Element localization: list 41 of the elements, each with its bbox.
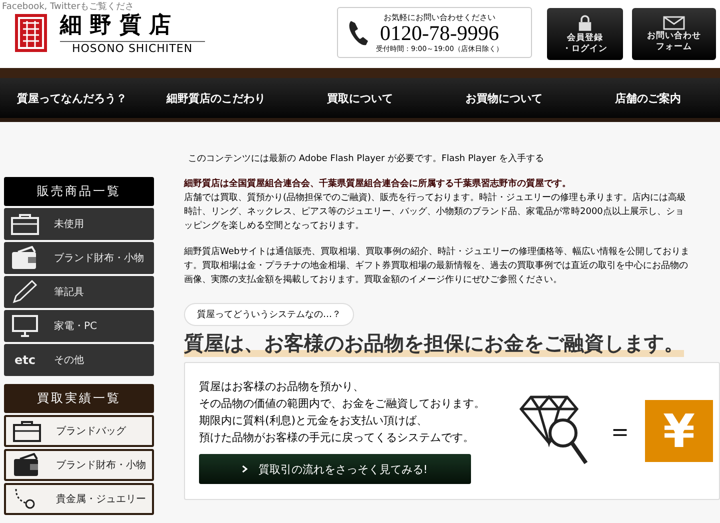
sidebar-item[interactable]: 筆記具 bbox=[4, 276, 154, 308]
bag-icon bbox=[12, 419, 42, 443]
login-button[interactable]: 会員登録 ・ログイン bbox=[547, 8, 623, 60]
nav-link[interactable]: 質屋ってなんだろう？ bbox=[0, 78, 144, 118]
logo-subtitle: HOSONO SHICHITEN bbox=[71, 42, 194, 55]
sidebar-item[interactable]: 貴金属・ジュエリー bbox=[4, 483, 154, 515]
flow-button[interactable]: 質取引の流れをさっそく見てみる! bbox=[199, 454, 471, 484]
logo-icon bbox=[14, 12, 48, 52]
phone-caption: お気軽にお問い合わせください bbox=[383, 12, 496, 22]
lock-icon bbox=[578, 14, 592, 32]
equals-sign: ＝ bbox=[607, 416, 633, 448]
system-description: 質屋はお客様のお品物を預かり、 その品物の価値の範囲内で、お金をご融資しております。 期限内に質料(利息)と元金をお支払い頂けば、 預けた品物がお客様の手元に戻ってくるシステムです。 bbox=[199, 379, 485, 446]
sidebar-item[interactable]: ブランド財布・小物 bbox=[4, 449, 154, 481]
speech-bubble: 質屋ってどういうシステムなの…？ bbox=[184, 303, 354, 326]
contact-button[interactable]: お問い合わせ フォーム bbox=[632, 8, 716, 60]
sidebar-item[interactable]: 家電・PC bbox=[4, 310, 154, 342]
nav-link[interactable]: 買取について bbox=[288, 78, 432, 118]
etc-label: etc bbox=[14, 353, 36, 367]
mail-icon bbox=[663, 16, 685, 30]
monitor-icon bbox=[10, 314, 40, 338]
intro-paragraph: 細野質店Webサイトは通信販売、買取相場、買取事例の紹介、時計・ジュエリーの修理価格等、幅広い情報を公開しております。買取相場は金・プラチナの地金相場、ギフト券買取相場の最新情報を、過去の買取事例では直近の取引を中心にお品物の画像、実際の支払金額を掲載しております。買取金額のイメージ作りにぜひご参照ください。 bbox=[184, 246, 690, 287]
social-note: Facebook, Twitterもご覧くださ bbox=[2, 1, 134, 13]
phone-number: 0120-78-9996 bbox=[380, 22, 499, 44]
yen-icon: ¥ bbox=[645, 400, 713, 462]
sidebar-heading: 販売商品一覧 bbox=[4, 177, 154, 206]
sidebar-heading: 買取実績一覧 bbox=[4, 384, 154, 413]
headline: 質屋は、お客様のお品物を担保にお金をご融資します。 bbox=[184, 330, 684, 357]
nav-link[interactable]: お買物について bbox=[432, 78, 576, 118]
sidebar-item[interactable]: ブランドバッグ bbox=[4, 415, 154, 447]
bag-icon bbox=[10, 212, 40, 236]
sidebar-item[interactable]: ブランド財布・小物 bbox=[4, 242, 154, 274]
nav-link[interactable]: 細野質店のこだわり bbox=[144, 78, 288, 118]
intro-paragraph: 店舗では買取、質預かり(品物担保でのご融資)、販売を行っております。時計・ジュエリーの修理も承ります。店内には高級時計、リング、ネックレス、ピアス等のジュエリー、バッグ、小物類のブランド品、家電品が常時2000点以上展示し、ショッピングを楽しめる空間となっております。 bbox=[184, 192, 688, 233]
sidebar-item[interactable]: 未使用 bbox=[4, 208, 154, 240]
logo-title: 細 野 質 店 bbox=[60, 10, 205, 42]
nav-link[interactable]: 店舗のご案内 bbox=[576, 78, 720, 118]
pen-icon bbox=[10, 280, 40, 304]
chevron-icon bbox=[242, 465, 248, 473]
flash-notice: このコンテンツには最新の Adobe Flash Player が必要です。Flash Player を入手する bbox=[188, 152, 545, 165]
sidebar-item[interactable]: etc その他 bbox=[4, 344, 154, 376]
intro-lead: 細野質店は全国質屋組合連合会、千葉県質屋組合連合会に所属する千葉県習志野市の質屋です。 bbox=[184, 177, 572, 191]
